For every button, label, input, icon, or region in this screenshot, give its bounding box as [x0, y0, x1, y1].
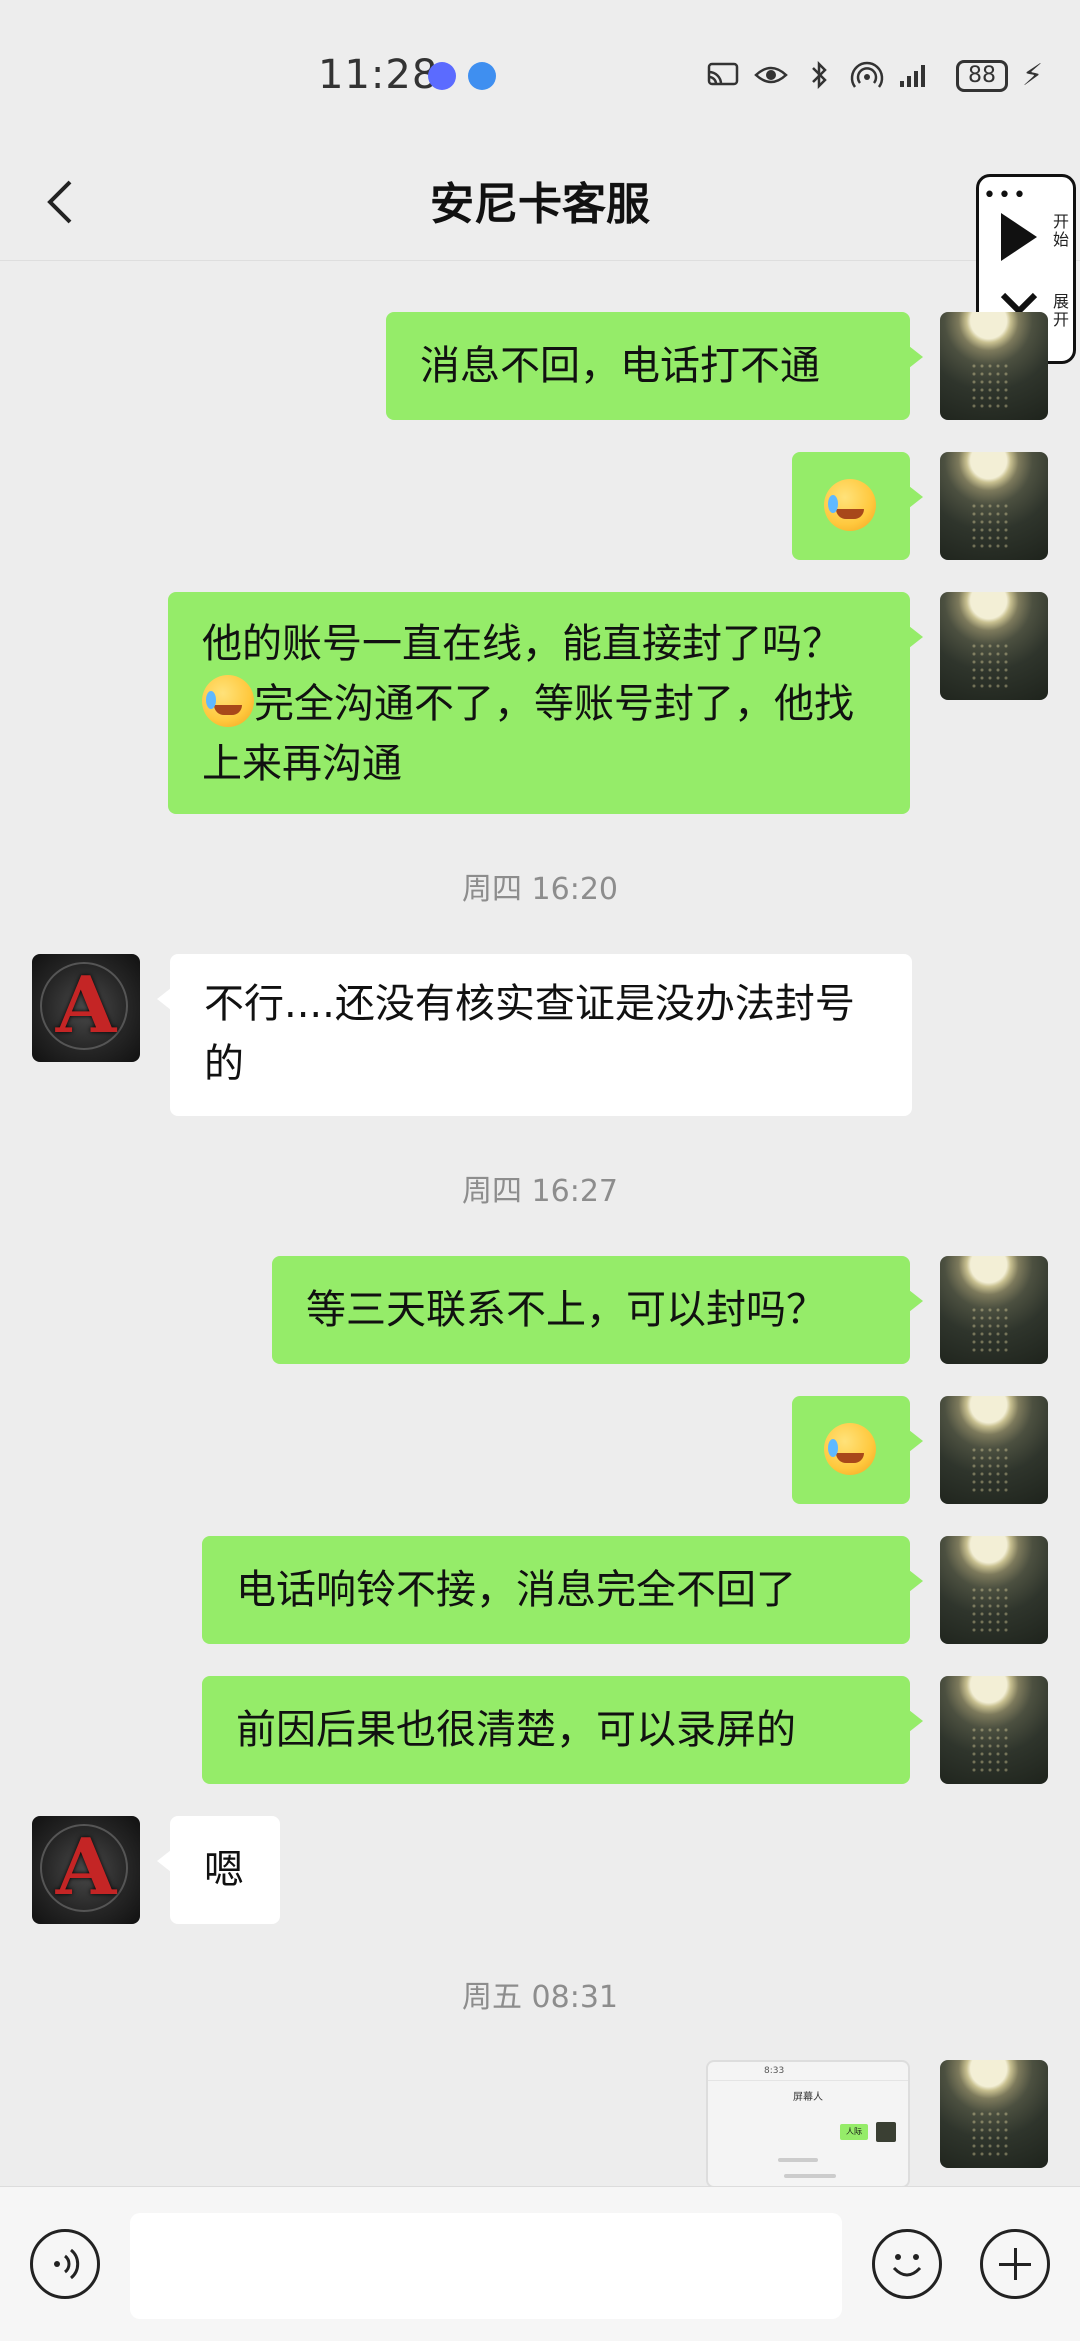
thumb-title: 屏幕人 — [793, 2092, 823, 2103]
message-text: 前因后果也很清楚，可以录屏的 — [236, 1707, 796, 1753]
my-avatar[interactable] — [940, 1676, 1048, 1784]
service-avatar[interactable]: A — [32, 954, 140, 1062]
thumb-bubble-text: 人际 — [846, 2127, 862, 2136]
status-time: 11:28 — [318, 52, 439, 98]
image-message-thumbnail[interactable]: 8:33 屏幕人 人际 — [706, 2060, 910, 2188]
thumb-avatar — [876, 2122, 896, 2142]
my-avatar[interactable] — [940, 452, 1048, 560]
play-icon[interactable] — [1001, 213, 1037, 261]
chat-header: 安尼卡客服 — [0, 150, 1080, 261]
message-text: 不行....还没有核实查证是没办法封号的 — [204, 981, 855, 1087]
message-text: 嗯 — [204, 1847, 244, 1893]
browser-app-icon — [468, 62, 496, 90]
hotspot-icon — [850, 61, 884, 88]
emoji-button[interactable] — [872, 2229, 942, 2299]
voice-icon — [54, 2248, 80, 2280]
my-avatar[interactable] — [940, 1536, 1048, 1644]
thumb-status-bar: 8:33 — [708, 2066, 908, 2081]
voice-input-button[interactable] — [30, 2229, 100, 2299]
signal-icon — [900, 65, 925, 87]
message-bubble-sent[interactable]: 前因后果也很清楚，可以录屏的 — [202, 1676, 923, 1784]
message-input[interactable] — [130, 2213, 842, 2319]
charging-icon: ⚡ — [1022, 58, 1044, 93]
message-bubble-received[interactable]: 嗯 — [157, 1816, 280, 1924]
recorder-expand-label: 展开 — [1053, 292, 1070, 329]
eye-icon — [754, 66, 788, 84]
my-avatar[interactable] — [940, 1396, 1048, 1504]
thumb-time: 8:33 — [764, 2066, 785, 2076]
cast-icon — [707, 62, 739, 86]
input-bar — [0, 2186, 1080, 2341]
message-bubble-sent[interactable] — [792, 452, 923, 560]
message-text: 电话响铃不接，消息完全不回了 — [236, 1567, 796, 1613]
message-bubble-sent[interactable]: 等三天联系不上，可以封吗？ — [272, 1256, 923, 1364]
battery-indicator: 88 — [956, 60, 1008, 92]
sweat-smile-emoji-icon — [202, 675, 254, 727]
sweat-smile-emoji-icon — [824, 1423, 876, 1475]
timestamp: 周五 08:31 — [462, 1980, 618, 2015]
drag-handle-icon[interactable]: ••• — [983, 183, 1028, 208]
status-icons — [706, 55, 932, 95]
my-avatar[interactable] — [940, 312, 1048, 420]
smiley-icon — [892, 2254, 922, 2277]
thumb-line — [778, 2158, 818, 2162]
service-avatar[interactable]: A — [32, 1816, 140, 1924]
recorder-start-label: 开始 — [1053, 212, 1070, 249]
message-text: 消息不回，电话打不通 — [420, 343, 820, 389]
message-bubble-sent[interactable]: 他的账号一直在线，能直接封了吗？ 完全沟通不了，等账号封了，他找上来再沟通 — [168, 592, 923, 814]
message-text: 他的账号一直在线，能直接封了吗？ — [202, 621, 842, 667]
message-text: 完全沟通不了，等账号封了，他找上来再沟通 — [202, 681, 854, 787]
status-bar: 11:28 88 ⚡ — [0, 0, 1080, 150]
message-bubble-received[interactable]: 不行....还没有核实查证是没办法封号的 — [157, 954, 912, 1116]
thumb-line — [784, 2174, 836, 2178]
chat-title: 安尼卡客服 — [430, 179, 650, 230]
bluetooth-icon — [812, 61, 827, 89]
my-avatar[interactable] — [940, 1256, 1048, 1364]
message-bubble-sent[interactable]: 电话响铃不接，消息完全不回了 — [202, 1536, 923, 1644]
music-app-icon — [428, 62, 456, 90]
sweat-smile-emoji-icon — [824, 479, 876, 531]
my-avatar[interactable] — [940, 2060, 1048, 2168]
message-bubble-sent[interactable]: 消息不回，电话打不通 — [386, 312, 923, 420]
timestamp: 周四 16:27 — [462, 1174, 618, 1209]
more-options-button[interactable] — [980, 2229, 1050, 2299]
message-text: 等三天联系不上，可以封吗？ — [306, 1287, 826, 1333]
message-bubble-sent[interactable] — [792, 1396, 923, 1504]
thumb-green-bubble: 人际 — [840, 2124, 868, 2140]
timestamp: 周四 16:20 — [462, 872, 618, 907]
my-avatar[interactable] — [940, 592, 1048, 700]
